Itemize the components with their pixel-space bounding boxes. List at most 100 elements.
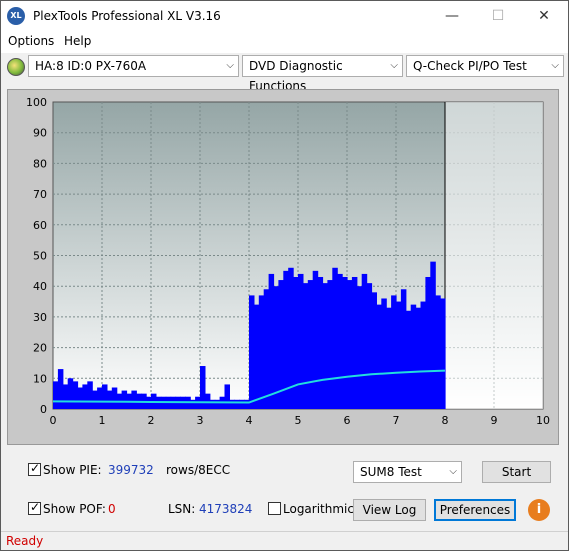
y-tick-label: 0 (40, 403, 47, 416)
chart-panel: 0 10 20 30 40 50 60 70 80 90 100 0 1 2 3 4 5 6 7 8 9 10 (7, 89, 559, 445)
lsn-label: LSN: (168, 502, 196, 516)
pie-bar (332, 267, 338, 409)
pie-bar (57, 369, 64, 409)
pie-bar (366, 283, 373, 409)
pie-bar (106, 390, 113, 409)
pie-bar (405, 310, 412, 409)
close-button[interactable]: ✕ (521, 1, 567, 31)
function-select-value: DVD Diagnostic Functions (249, 59, 343, 93)
minimize-button[interactable]: — (429, 1, 475, 31)
pie-bar (249, 295, 255, 409)
function-select[interactable]: DVD Diagnostic Functions ⌵ (242, 55, 403, 93)
pie-bar (209, 399, 216, 409)
y-tick-label: 60 (33, 219, 47, 232)
pie-bar (322, 283, 328, 409)
x-tick-label: 1 (99, 414, 106, 427)
x-tick-label: 9 (491, 414, 498, 427)
pie-bar (102, 384, 108, 409)
pie-bar (351, 276, 358, 409)
pie-bar (302, 283, 309, 409)
pie-bar (53, 381, 59, 409)
y-tick-label: 90 (33, 127, 47, 140)
chevron-down-icon: ⌵ (390, 60, 398, 71)
pie-bar (229, 399, 235, 409)
drive-disc-icon (7, 58, 25, 76)
test-select[interactable]: Q-Check PI/PO Test ⌵ (406, 55, 564, 77)
pie-bar (381, 298, 387, 409)
logarithmic-checkbox[interactable] (268, 502, 281, 515)
pie-bar (268, 273, 275, 409)
y-tick-label: 50 (33, 250, 47, 263)
y-tick-label: 10 (33, 372, 47, 385)
menu-options[interactable]: Options (8, 34, 54, 48)
menu-bar: Options Help (1, 31, 568, 53)
pie-bar (263, 289, 270, 409)
pie-bar (253, 304, 260, 409)
pie-bar (224, 384, 230, 409)
pie-bar (425, 276, 431, 409)
chevron-down-icon: ⌵ (551, 60, 559, 71)
x-tick-label: 3 (197, 414, 204, 427)
status-text: Ready (6, 534, 44, 548)
show-pof-checkbox[interactable] (28, 500, 41, 515)
pie-bar (420, 301, 426, 409)
chevron-down-icon: ⌵ (449, 466, 457, 477)
pie-bar (244, 399, 250, 409)
chevron-down-icon: ⌵ (226, 60, 234, 71)
x-tick-label: 0 (50, 414, 57, 427)
pie-bar (111, 387, 118, 409)
y-tick-label: 40 (33, 280, 47, 293)
pie-bar (214, 399, 221, 409)
start-button[interactable]: Start (482, 461, 551, 483)
pie-bar (97, 387, 103, 409)
x-tick-label: 4 (246, 414, 253, 427)
pie-count-value: 399732 (108, 463, 154, 477)
lsn-value: 4173824 (199, 502, 253, 516)
y-tick-label: 70 (33, 188, 47, 201)
pie-bar (440, 298, 446, 409)
sum-test-select[interactable]: SUM8 Test ⌵ (353, 461, 462, 483)
drive-select-value: HA:8 ID:0 PX-760A (35, 59, 147, 73)
y-tick-label: 100 (26, 96, 47, 109)
pie-bar (72, 381, 79, 409)
pie-bar (312, 270, 319, 409)
x-tick-label: 10 (536, 414, 550, 427)
pie-bar (430, 261, 436, 409)
show-pof-label: Show POF: (43, 502, 106, 516)
pie-bar (361, 273, 368, 409)
window-title: PlexTools Professional XL V3.16 (33, 9, 221, 23)
pie-bar (77, 387, 83, 409)
control-panel: Show PIE: 399732 rows/8ECC SUM8 Test ⌵ S… (9, 453, 559, 525)
pie-bar (190, 399, 196, 409)
status-bar: Ready (1, 531, 568, 550)
x-tick-label: 8 (442, 414, 449, 427)
menu-help[interactable]: Help (64, 34, 91, 48)
maximize-button[interactable]: ☐ (475, 1, 521, 31)
pie-bar (234, 399, 240, 409)
view-log-button[interactable]: View Log (353, 499, 426, 521)
pie-bar (82, 384, 88, 409)
pie-bar (400, 289, 407, 409)
x-tick-label: 5 (295, 414, 302, 427)
pie-bar (258, 295, 265, 409)
drive-select[interactable]: HA:8 ID:0 PX-760A ⌵ (28, 55, 239, 77)
pie-bar (396, 301, 402, 409)
pie-bar (62, 384, 69, 409)
title-bar: XL PlexTools Professional XL V3.16 — ☐ ✕ (1, 1, 568, 31)
info-icon[interactable]: i (528, 499, 550, 521)
y-tick-label: 80 (33, 157, 47, 170)
x-tick-label: 6 (344, 414, 351, 427)
pie-bar (410, 304, 417, 409)
preferences-button[interactable]: Preferences (434, 499, 516, 521)
pie-bar (87, 381, 93, 409)
pie-bar (415, 307, 422, 409)
y-tick-label: 30 (33, 311, 47, 324)
pie-bar (391, 295, 397, 409)
pie-bar (131, 390, 137, 409)
show-pie-checkbox[interactable] (28, 461, 41, 476)
y-tick-label: 20 (33, 342, 47, 355)
pie-bar (317, 276, 324, 409)
pie-bar (376, 304, 382, 409)
pie-bar (67, 378, 74, 409)
pie-bar (386, 307, 392, 409)
